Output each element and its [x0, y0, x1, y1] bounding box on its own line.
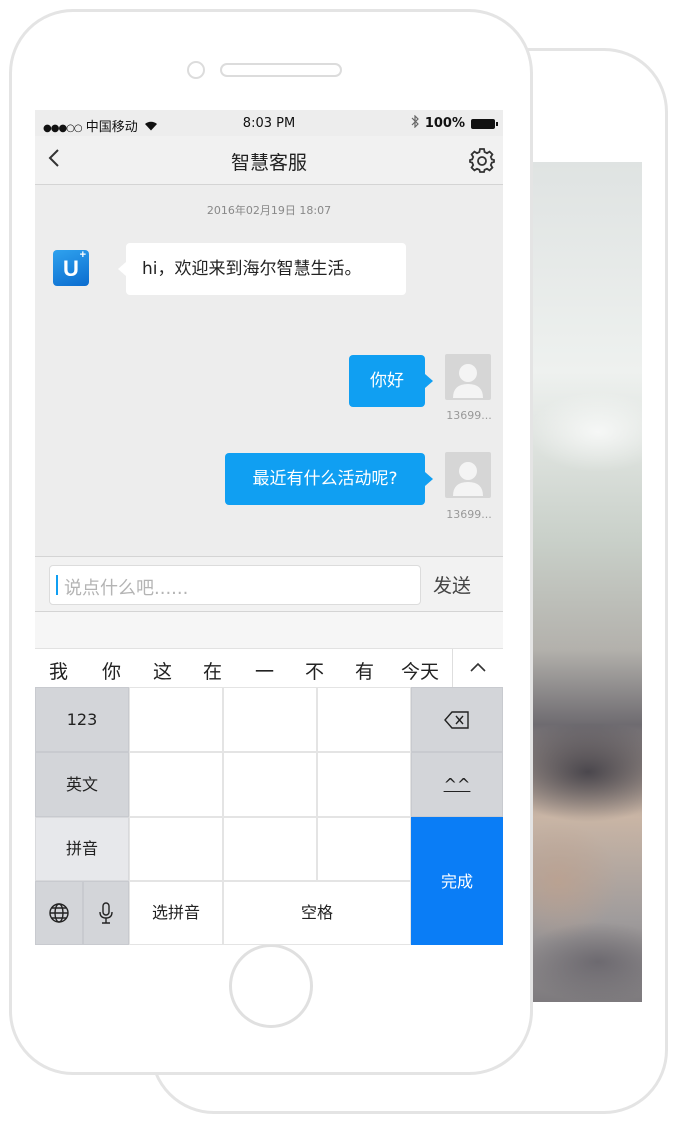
status-bar: ●●●○○ 中国移动 8:03 PM 100% — [35, 110, 503, 136]
service-avatar: U + — [53, 250, 89, 286]
bluetooth-icon — [411, 114, 419, 132]
page-title: 智慧客服 — [230, 152, 307, 174]
phone-screen: ●●●○○ 中国移动 8:03 PM 100% 智慧客服 2016年02月19日… — [35, 110, 503, 945]
select-pinyin-key[interactable]: 选拼音 — [129, 881, 223, 945]
globe-key[interactable] — [35, 881, 83, 945]
home-button[interactable] — [229, 944, 313, 1028]
navigation-bar: 智慧客服 — [35, 136, 503, 185]
letter-key[interactable] — [129, 752, 223, 817]
backspace-key[interactable] — [411, 687, 503, 752]
battery-icon — [471, 118, 498, 129]
space-key[interactable]: 空格 — [223, 881, 411, 945]
key-pinyin[interactable]: 拼音 — [35, 817, 129, 881]
letter-key[interactable] — [129, 687, 223, 752]
globe-icon — [49, 903, 69, 923]
back-phone-screen — [528, 162, 642, 1002]
candidate-word[interactable]: 你 — [102, 657, 121, 684]
user-silhouette-icon — [453, 462, 483, 496]
done-key[interactable]: 完成 — [411, 817, 503, 945]
user-silhouette-icon — [453, 364, 483, 398]
battery-percent: 100% — [424, 116, 465, 131]
keyboard-top-strip — [35, 612, 503, 648]
chevron-up-icon — [470, 662, 486, 672]
send-button[interactable]: 发送 — [433, 571, 471, 598]
text-caret — [56, 575, 58, 595]
letter-key[interactable] — [317, 687, 411, 752]
emoticon-key-label: ^^ — [443, 775, 471, 794]
user-name: 13699... — [446, 409, 492, 422]
letter-key[interactable] — [223, 752, 317, 817]
letter-key[interactable] — [223, 817, 317, 881]
input-placeholder: 说点什么吧...... — [64, 578, 189, 599]
key-english[interactable]: 英文 — [35, 752, 129, 817]
candidate-word[interactable]: 今天 — [401, 657, 439, 684]
status-right: 100% — [411, 114, 498, 132]
letter-key[interactable] — [129, 817, 223, 881]
user-avatar — [445, 452, 491, 498]
letter-key[interactable] — [223, 687, 317, 752]
letter-key[interactable] — [317, 817, 411, 881]
candidate-word[interactable]: 这 — [153, 657, 172, 684]
gear-icon[interactable] — [469, 147, 495, 173]
key-123[interactable]: 123 — [35, 687, 129, 752]
user-message-bubble: 你好 — [349, 355, 433, 407]
emoticon-key[interactable]: ^^ — [411, 752, 503, 817]
candidate-word[interactable]: 不 — [305, 657, 324, 684]
candidate-word[interactable]: 在 — [203, 657, 222, 684]
user-message-bubble: 最近有什么活动呢? — [225, 453, 433, 505]
microphone-key[interactable] — [83, 881, 129, 945]
candidate-word[interactable]: 我 — [49, 657, 68, 684]
candidate-bar: 我 你 这 在 一 不 有 今天 — [35, 648, 503, 687]
microphone-icon — [99, 902, 113, 924]
letter-key[interactable] — [317, 752, 411, 817]
front-camera — [187, 61, 205, 79]
chat-timestamp: 2016年02月19日 18:07 — [206, 204, 332, 217]
user-name: 13699... — [446, 508, 492, 521]
message-input[interactable]: 说点什么吧...... — [49, 565, 421, 605]
service-message-bubble: hi，欢迎来到海尔智慧生活。 — [118, 243, 406, 295]
candidate-expand-button[interactable] — [452, 649, 503, 687]
service-avatar-plus: + — [79, 249, 86, 261]
input-bar: 说点什么吧...... 发送 — [35, 556, 503, 612]
backspace-icon — [444, 711, 469, 729]
candidate-word[interactable]: 有 — [355, 657, 374, 684]
candidate-word[interactable]: 一 — [255, 657, 274, 684]
user-avatar — [445, 354, 491, 400]
service-avatar-letter: U — [63, 256, 79, 281]
earpiece-speaker — [220, 63, 342, 77]
